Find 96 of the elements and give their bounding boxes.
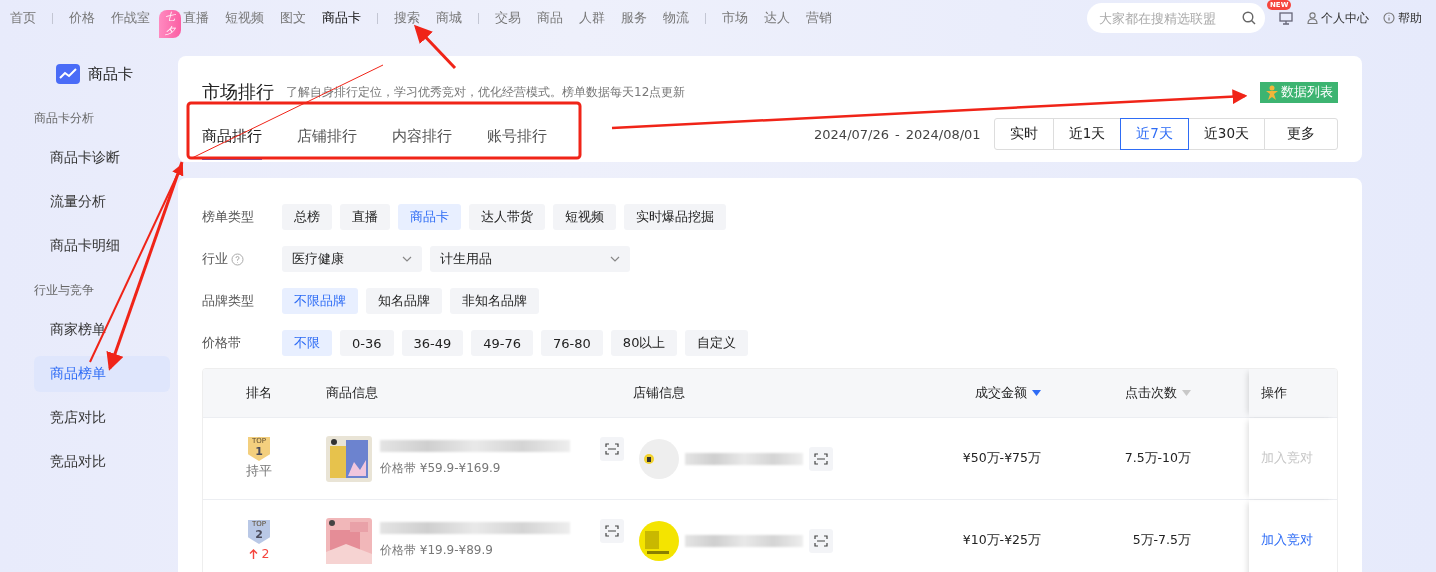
- price-range-text: 价格带 ¥59.9-¥169.9: [380, 460, 502, 477]
- sidebar-item[interactable]: 竞店对比: [34, 400, 170, 436]
- nav-item[interactable]: 营销: [798, 9, 840, 27]
- monitor-icon[interactable]: [1279, 11, 1293, 25]
- sidebar-heading: 商品卡分析: [34, 109, 95, 127]
- figure-icon: [1265, 84, 1279, 100]
- filter-chip[interactable]: 非知名品牌: [450, 288, 539, 314]
- start-date: 2024/07/26: [814, 126, 889, 142]
- scan-button[interactable]: [809, 528, 833, 553]
- ranking-tab[interactable]: 内容排行: [392, 127, 452, 160]
- time-range-button[interactable]: 近1天: [1052, 118, 1122, 150]
- chevron-down-icon: [402, 256, 412, 262]
- filter-chip[interactable]: 80以上: [610, 330, 678, 356]
- column-header: 操作: [1261, 384, 1287, 402]
- date-separator: -: [895, 126, 900, 142]
- filter-chip[interactable]: 实时爆品挖掘: [624, 204, 726, 230]
- filter-chip[interactable]: 直播: [340, 204, 390, 230]
- nav-item[interactable]: 达人: [756, 9, 798, 27]
- sales-amount: ¥50万-¥75万: [962, 450, 1041, 467]
- column-header: 商品信息: [326, 384, 378, 402]
- filter-chip[interactable]: 自定义: [685, 330, 749, 356]
- filter-label: 品牌类型: [202, 292, 254, 310]
- sidebar-title: 商品卡: [88, 64, 133, 84]
- filter-chip[interactable]: 知名品牌: [366, 288, 442, 314]
- filter-chip[interactable]: 总榜: [282, 204, 332, 230]
- filter-chip[interactable]: 36-49: [401, 330, 464, 356]
- click-count: 5万-7.5万: [1132, 532, 1191, 549]
- rank-change: 2: [261, 546, 270, 561]
- nav-item[interactable]: 商品: [529, 9, 571, 27]
- sidebar-item[interactable]: 竞品对比: [34, 444, 170, 480]
- filter-label: 榜单类型: [202, 208, 254, 226]
- info-icon: [1383, 12, 1395, 24]
- sidebar-item[interactable]: 商品卡明细: [34, 228, 170, 264]
- chevron-down-icon: [610, 256, 620, 262]
- person-icon: [1307, 12, 1318, 24]
- column-header[interactable]: 点击次数: [1125, 384, 1177, 402]
- rank-change: 持平: [246, 463, 272, 480]
- scan-icon: [605, 442, 619, 455]
- filter-chip[interactable]: 49-76: [471, 330, 534, 356]
- sales-amount: ¥10万-¥25万: [962, 532, 1041, 549]
- add-competitor-link[interactable]: 加入竞对: [1261, 532, 1313, 549]
- industry-dropdown[interactable]: 医疗健康: [282, 246, 422, 272]
- nav-item[interactable]: 搜索: [386, 9, 428, 27]
- time-range-button[interactable]: 近30天: [1187, 118, 1265, 150]
- chart-logo-icon: [56, 64, 80, 84]
- column-header[interactable]: 成交金额: [975, 384, 1027, 402]
- nav-item[interactable]: 价格: [61, 9, 103, 27]
- nav-item[interactable]: 商城: [428, 9, 470, 27]
- sidebar-item[interactable]: 商品榜单: [34, 356, 170, 392]
- sidebar-heading: 行业与竞争: [34, 281, 95, 299]
- click-count: 7.5万-10万: [1124, 450, 1191, 467]
- scan-icon: [814, 534, 828, 547]
- time-range-button[interactable]: 实时: [993, 118, 1054, 150]
- search-icon[interactable]: [1242, 11, 1256, 25]
- help-link[interactable]: 帮助: [1383, 9, 1422, 27]
- nav-item[interactable]: 短视频: [217, 9, 272, 27]
- nav-item[interactable]: 交易: [487, 9, 529, 27]
- sort-caret-icon[interactable]: [1032, 390, 1041, 396]
- price-range-text: 价格带 ¥19.9-¥89.9: [380, 542, 494, 559]
- user-center-link[interactable]: 个人中心: [1307, 9, 1369, 27]
- filter-chip[interactable]: 0-36: [340, 330, 394, 356]
- industry-dropdown[interactable]: 计生用品: [430, 246, 630, 272]
- nav-item[interactable]: 市场: [714, 9, 756, 27]
- time-range-button[interactable]: 近7天: [1120, 118, 1189, 150]
- filter-chip[interactable]: 76-80: [541, 330, 603, 356]
- nav-item[interactable]: 作战室: [103, 9, 158, 27]
- nav-item[interactable]: 人群: [571, 9, 613, 27]
- annotation-arrow: [413, 24, 457, 70]
- sidebar-item[interactable]: 流量分析: [34, 184, 170, 220]
- filter-chip[interactable]: 不限: [282, 330, 332, 356]
- filter-label: 行业: [202, 250, 228, 268]
- time-range-button[interactable]: 更多: [1264, 118, 1338, 150]
- nav-item[interactable]: 首页: [2, 9, 44, 27]
- nav-item[interactable]: 图文: [272, 9, 314, 27]
- filter-label: 价格带: [202, 334, 241, 352]
- ranking-tab[interactable]: 店铺排行: [297, 127, 357, 160]
- scan-icon: [814, 452, 828, 465]
- filter-chip[interactable]: 不限品牌: [282, 288, 358, 314]
- scan-button[interactable]: [600, 436, 624, 461]
- scan-icon: [605, 524, 619, 537]
- scan-button[interactable]: [600, 518, 624, 543]
- filter-chip[interactable]: 达人带货: [469, 204, 545, 230]
- end-date: 2024/08/01: [905, 126, 981, 142]
- column-header: 店铺信息: [633, 384, 685, 402]
- nav-item[interactable]: 商品卡: [314, 9, 369, 27]
- column-header: 排名: [246, 384, 272, 402]
- sidebar-item[interactable]: 商品卡诊断: [34, 140, 170, 176]
- page-title: 市场排行: [202, 80, 274, 104]
- filter-chip[interactable]: 商品卡: [398, 204, 461, 230]
- ranking-tab[interactable]: 账号排行: [487, 127, 547, 160]
- filter-chip[interactable]: 短视频: [553, 204, 616, 230]
- scan-button[interactable]: [809, 446, 833, 471]
- search-field[interactable]: 大家都在搜精选联盟: [1087, 3, 1265, 33]
- festival-badge: 七夕: [159, 10, 181, 38]
- nav-item[interactable]: 服务: [613, 9, 655, 27]
- nav-item[interactable]: 物流: [655, 9, 697, 27]
